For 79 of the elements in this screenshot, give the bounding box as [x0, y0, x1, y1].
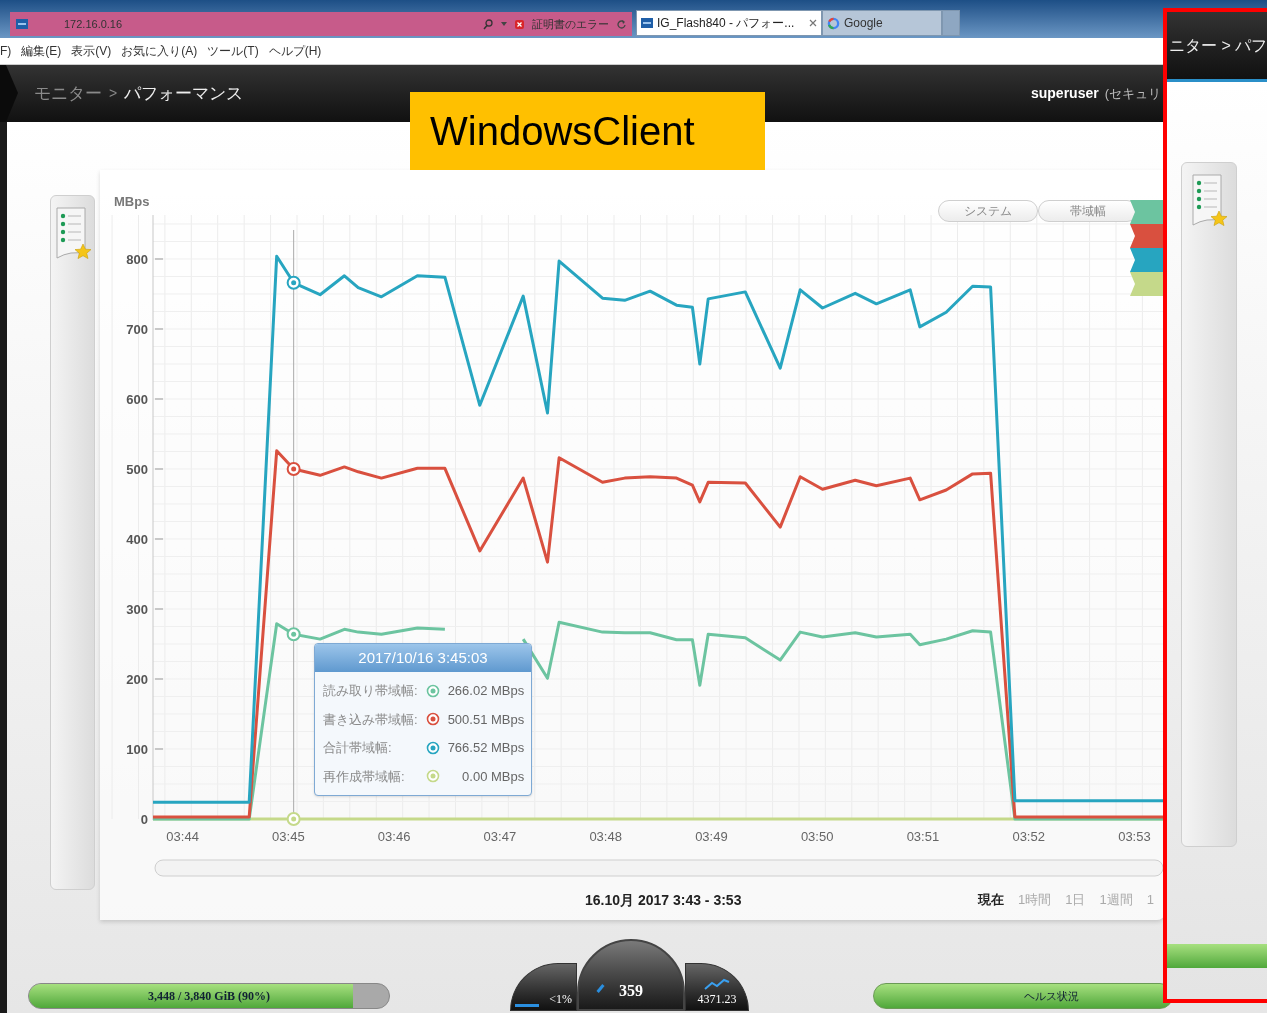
x-tick-label: 03:48 [589, 829, 622, 844]
legend-swatch[interactable] [1130, 272, 1165, 296]
gauge-value: 4371.23 [697, 991, 737, 1008]
site-icon [641, 18, 653, 28]
date-range-label: 16.10月 2017 3:43 - 3:53 [585, 890, 743, 910]
gauge[interactable]: 4371.23 [685, 963, 749, 1011]
user-name[interactable]: superuser [1030, 83, 1099, 104]
menu-item[interactable]: 表示(V) [71, 42, 112, 60]
gauge[interactable]: <1% [510, 963, 577, 1011]
close-icon[interactable] [809, 19, 817, 27]
menu-item[interactable]: F) [0, 42, 12, 60]
breadcrumb-item: パフォーマンス [124, 82, 244, 105]
data-marker [286, 462, 301, 476]
tooltip-label: 再作成帯域幅: [323, 767, 406, 786]
data-marker [286, 627, 301, 642]
address-text: 172.16.0.16 [64, 16, 124, 32]
tab-title: Google [844, 15, 884, 32]
browser-tab[interactable]: Google [822, 10, 942, 36]
x-tick-label: 03:53 [1118, 829, 1151, 844]
gauge-value: <1% [549, 991, 572, 1008]
gauge-needle [596, 984, 605, 993]
series-marker-icon [425, 740, 440, 755]
user-role: (セキュリ [1104, 84, 1161, 103]
menu-item[interactable]: 編集(E) [21, 42, 62, 60]
series-marker-icon [425, 683, 440, 698]
legend-swatch[interactable] [1130, 224, 1165, 248]
caret-icon[interactable] [501, 22, 507, 26]
y-axis-title: MBps [114, 194, 150, 209]
site-icon [16, 19, 28, 29]
capacity-label: 3,448 / 3,840 GiB (90%) [147, 988, 271, 1005]
x-tick-label: 03:49 [695, 829, 728, 844]
x-tick-label: 03:47 [483, 829, 517, 844]
tooltip-label: 書き込み帯域幅: [323, 710, 418, 729]
refresh-icon[interactable] [617, 19, 626, 29]
browser-tab[interactable]: IG_Flash840 - パフォー... [636, 10, 822, 36]
menu-item[interactable]: ツール(T) [207, 42, 259, 60]
tooltip-value: 766.52 MBps [447, 739, 525, 757]
annotation-label: WindowsClient [410, 92, 765, 170]
y-tick-label: 500 [126, 462, 148, 477]
y-tick-label: 100 [126, 742, 148, 757]
trend-icon [704, 978, 730, 990]
series-marker-icon [425, 769, 440, 784]
tooltip-value: 500.51 MBps [447, 710, 525, 729]
x-tick-label: 03:52 [1012, 829, 1045, 844]
x-tick-label: 03:44 [166, 829, 199, 844]
gauge-value: 359 [619, 981, 643, 1001]
data-marker [286, 275, 301, 290]
x-tick-label: 03:51 [906, 829, 940, 844]
tooltip-title: 2017/10/16 3:45:03 [315, 644, 531, 672]
scrollbar[interactable] [154, 859, 1164, 877]
data-marker [286, 812, 301, 826]
breadcrumb-text: ニター > パフ [1169, 35, 1267, 56]
x-tick-label: 03:50 [800, 829, 834, 844]
breadcrumb-item[interactable]: モニター [34, 80, 102, 107]
error-icon [515, 19, 524, 29]
breadcrumb-separator: > [109, 84, 118, 103]
y-tick-label: 0 [140, 812, 148, 827]
time-range-option[interactable]: 現在 [978, 890, 1004, 910]
colored-ring-icon [827, 16, 840, 30]
y-tick-label: 700 [126, 322, 148, 337]
gauge[interactable]: 359 [577, 939, 685, 1011]
x-tick-label: 03:45 [272, 829, 305, 844]
tab-title: IG_Flash840 - パフォー... [657, 15, 796, 32]
gauge-bar [515, 1004, 539, 1007]
series-marker-icon [425, 712, 440, 727]
y-tick-label: 800 [126, 252, 148, 267]
tooltip-value: 0.00 MBps [461, 767, 525, 786]
menu-item[interactable]: ヘルプ(H) [268, 42, 322, 60]
y-tick-label: 600 [126, 392, 148, 407]
tooltip-value: 266.02 MBps [447, 682, 525, 700]
y-tick-label: 400 [126, 532, 148, 547]
tooltip-label: 読み取り帯域幅: [323, 682, 418, 700]
tooltip-label: 合計帯域幅: [323, 739, 393, 757]
x-tick-label: 03:46 [377, 829, 411, 844]
search-icon[interactable] [483, 18, 493, 30]
menu-item[interactable]: お気に入り(A) [121, 42, 198, 60]
y-tick-label: 200 [126, 672, 148, 687]
legend-swatch[interactable] [1130, 248, 1165, 272]
y-tick-label: 300 [126, 602, 148, 617]
